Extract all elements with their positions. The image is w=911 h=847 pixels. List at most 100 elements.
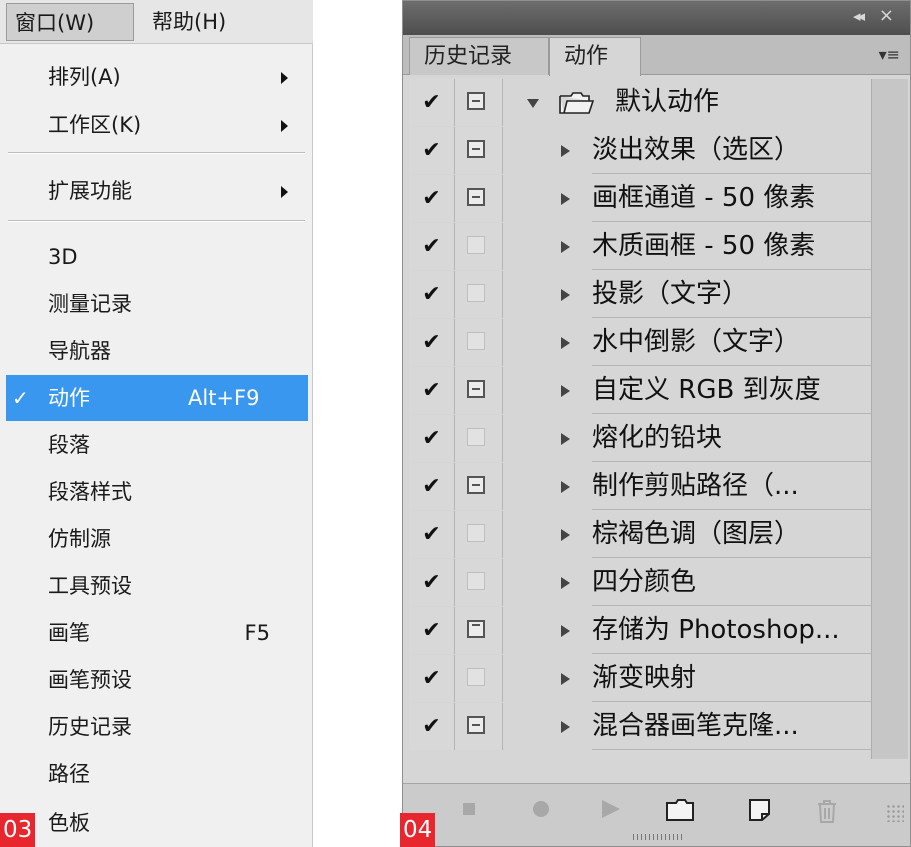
menu-item-actions[interactable]: ✓ 动作 Alt+F9 [6,375,308,421]
toggle-checkmark-icon[interactable]: ✔ [409,607,455,654]
figure-number-badge: 03 [0,813,36,847]
toggle-checkmark-icon[interactable]: ✔ [409,79,455,126]
action-row[interactable]: ✔ 渐变映射 [409,655,872,703]
menu-item-measurement-log[interactable]: 测量记录 [0,281,308,327]
menu-item-label: 历史记录 [48,715,132,739]
dialog-toggle[interactable] [455,319,503,366]
expand-right-icon[interactable] [561,529,570,541]
expand-right-icon[interactable] [561,673,570,685]
dialog-toggle[interactable] [455,367,503,414]
dialog-toggle[interactable] [455,79,503,126]
dialog-on-icon [467,620,485,638]
panel-bottom-toolbar [403,783,910,846]
action-row[interactable]: ✔ 四分颜色 [409,559,872,607]
play-icon[interactable] [599,798,623,820]
menu-item-history[interactable]: 历史记录 [0,704,308,750]
menu-item-clone-source[interactable]: 仿制源 [0,516,308,562]
panel-tabs: 历史记录 动作 ▾≡ [403,35,910,76]
action-row[interactable]: ✔ 棕褐色调（图层） [409,511,872,559]
toggle-checkmark-icon[interactable]: ✔ [409,127,455,174]
menu-item-arrange[interactable]: 排列(A) [0,54,308,100]
dialog-partial-icon [467,476,485,494]
expand-right-icon[interactable] [561,481,570,493]
resize-corner-icon[interactable] [886,804,904,822]
panel-menu-icon[interactable]: ▾≡ [879,45,900,64]
expand-right-icon[interactable] [561,577,570,589]
resize-grip[interactable] [633,834,683,840]
expand-right-icon[interactable] [561,145,570,157]
menu-item-brush[interactable]: 画笔 F5 [0,610,308,656]
tab-actions[interactable]: 动作 [549,37,641,76]
toggle-checkmark-icon[interactable]: ✔ [409,511,455,558]
menu-item-workspace[interactable]: 工作区(K) [0,102,308,148]
dialog-toggle[interactable] [455,415,503,462]
action-name: 熔化的铅块 [592,415,872,462]
action-row[interactable]: ✔ 制作剪贴路径（... [409,463,872,511]
menu-item-tool-presets[interactable]: 工具预设 [0,563,308,609]
menu-item-navigator[interactable]: 导航器 [0,328,308,374]
toggle-checkmark-icon[interactable]: ✔ [409,463,455,510]
toggle-checkmark-icon[interactable]: ✔ [409,655,455,702]
action-row[interactable]: ✔ 画框通道 - 50 像素 [409,175,872,223]
expand-right-icon[interactable] [561,721,570,733]
toggle-checkmark-icon[interactable]: ✔ [409,367,455,414]
expand-right-icon[interactable] [561,337,570,349]
expand-down-icon[interactable] [527,99,539,108]
dialog-toggle[interactable] [455,511,503,558]
submenu-arrow-icon [281,120,288,132]
expand-right-icon[interactable] [561,241,570,253]
action-row[interactable]: ✔ 混合器画笔克隆... [409,703,872,751]
action-row[interactable]: ✔ 投影（文字） [409,271,872,319]
menu-window[interactable]: 窗口(W) [6,3,134,41]
toggle-checkmark-icon[interactable]: ✔ [409,271,455,318]
action-row[interactable]: ✔ 木质画框 - 50 像素 [409,223,872,271]
expand-right-icon[interactable] [561,433,570,445]
scrollbar[interactable] [871,79,908,759]
dialog-toggle[interactable] [455,703,503,750]
dialog-toggle[interactable] [455,463,503,510]
record-icon[interactable] [529,798,553,820]
toggle-checkmark-icon[interactable]: ✔ [409,415,455,462]
dialog-toggle[interactable] [455,175,503,222]
menu-item-label: 段落 [48,433,90,457]
new-action-icon[interactable] [747,798,773,822]
dialog-toggle[interactable] [455,607,503,654]
menu-item-3d[interactable]: 3D [0,234,308,280]
menu-item-paragraph-styles[interactable]: 段落样式 [0,469,308,515]
expand-right-icon[interactable] [561,385,570,397]
action-row[interactable]: ✔ 熔化的铅块 [409,415,872,463]
action-row[interactable]: ✔ 水中倒影（文字） [409,319,872,367]
dialog-toggle[interactable] [455,559,503,606]
expand-right-icon[interactable] [561,289,570,301]
expand-right-icon[interactable] [561,625,570,637]
toggle-checkmark-icon[interactable]: ✔ [409,559,455,606]
dialog-toggle[interactable] [455,223,503,270]
menu-item-paragraph[interactable]: 段落 [0,422,308,468]
submenu-arrow-icon [281,72,288,84]
collapse-icon[interactable]: ◂◂ [853,7,865,25]
toggle-checkmark-icon[interactable]: ✔ [409,223,455,270]
dialog-toggle[interactable] [455,655,503,702]
tab-history[interactable]: 历史记录 [409,37,549,75]
stop-icon[interactable] [461,798,479,820]
menu-item-swatches[interactable]: 色板 [0,800,308,846]
expand-right-icon[interactable] [561,193,570,205]
toggle-checkmark-icon[interactable]: ✔ [409,703,455,750]
close-icon[interactable]: × [879,5,894,26]
menu-item-paths[interactable]: 路径 [0,751,308,797]
menu-item-brush-presets[interactable]: 画笔预设 [0,657,308,703]
dialog-toggle[interactable] [455,127,503,174]
dialog-toggle[interactable] [455,271,503,318]
new-set-icon[interactable] [665,798,695,822]
checkmark-icon: ✓ [12,386,29,410]
menu-item-label: 段落样式 [48,480,132,504]
action-row[interactable]: ✔ 存储为 Photoshop... [409,607,872,655]
menu-item-extensions[interactable]: 扩展功能 [0,168,308,214]
delete-icon[interactable] [815,798,839,824]
action-set-row[interactable]: ✔ 默认动作 [409,79,871,127]
menu-help[interactable]: 帮助(H) [144,3,234,41]
toggle-checkmark-icon[interactable]: ✔ [409,175,455,222]
action-row[interactable]: ✔ 淡出效果（选区） [409,127,872,175]
action-row[interactable]: ✔ 自定义 RGB 到灰度 [409,367,872,415]
toggle-checkmark-icon[interactable]: ✔ [409,319,455,366]
